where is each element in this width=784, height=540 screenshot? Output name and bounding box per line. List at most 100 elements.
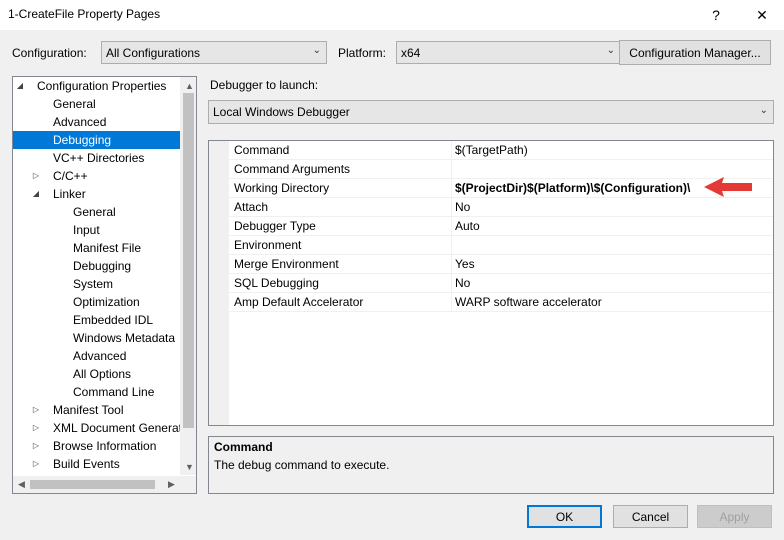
grid-property-value[interactable]: Yes xyxy=(455,257,475,271)
tree-collapsed-icon[interactable]: ▷ xyxy=(31,437,41,455)
grid-row[interactable]: Command Arguments xyxy=(229,160,773,179)
grid-column-separator xyxy=(451,198,452,217)
tree-item[interactable]: Debugging xyxy=(13,257,181,275)
tree-item[interactable]: ▷ C/C++ xyxy=(13,167,181,185)
platform-label: Platform: xyxy=(338,46,387,60)
grid-column-separator xyxy=(451,255,452,274)
grid-row[interactable]: Working Directory $(ProjectDir)$(Platform… xyxy=(229,179,773,198)
grid-row[interactable]: Environment xyxy=(229,236,773,255)
tree-item-label: C/C++ xyxy=(53,169,88,183)
grid-column-separator xyxy=(451,236,452,255)
tree-item-label: General xyxy=(53,97,96,111)
close-button[interactable]: ✕ xyxy=(744,0,780,30)
grid-property-name: Debugger Type xyxy=(234,219,316,233)
tree-item[interactable]: General xyxy=(13,203,181,221)
tree-collapsed-icon[interactable]: ▷ xyxy=(31,401,41,419)
configuration-value: All Configurations xyxy=(106,45,201,60)
configuration-label: Configuration: xyxy=(12,46,87,60)
tree-expanded-icon[interactable]: ◢ xyxy=(15,77,25,95)
tree-item-label: VC++ Directories xyxy=(53,151,145,165)
debugger-dropdown[interactable]: Local Windows Debugger ⌄ xyxy=(208,100,774,124)
tree-item-label: Windows Metadata xyxy=(73,331,176,345)
tree-collapsed-icon[interactable]: ▷ xyxy=(31,167,41,185)
tree-item[interactable]: Command Line xyxy=(13,383,181,401)
tree-item-label: All Options xyxy=(73,367,132,381)
help-button[interactable]: ? xyxy=(698,0,734,30)
tree-item[interactable]: VC++ Directories xyxy=(13,149,181,167)
grid-property-name: Environment xyxy=(234,238,302,252)
tree-item-label: General xyxy=(73,205,116,219)
tree-item[interactable]: ▷ Browse Information xyxy=(13,437,181,455)
tree-item[interactable]: ▷ Build Events xyxy=(13,455,181,473)
tree-vertical-scroll-thumb[interactable] xyxy=(183,93,194,428)
grid-property-name: Command xyxy=(234,143,290,157)
tree-item-label: System xyxy=(73,277,114,291)
grid-row[interactable]: SQL Debugging No xyxy=(229,274,773,293)
tree-item[interactable]: Windows Metadata xyxy=(13,329,181,347)
grid-row[interactable]: Command $(TargetPath) xyxy=(229,141,773,160)
tree-item[interactable]: Advanced xyxy=(13,347,181,365)
grid-property-value[interactable]: No xyxy=(455,276,470,290)
scroll-up-icon[interactable]: ▲ xyxy=(181,77,196,94)
chevron-down-icon: ⌄ xyxy=(606,45,615,56)
grid-column-separator xyxy=(451,179,452,198)
description-panel: Command The debug command to execute. xyxy=(208,436,774,494)
tree-item[interactable]: System xyxy=(13,275,181,293)
tree-item[interactable]: All Options xyxy=(13,365,181,383)
tree-item-label: Optimization xyxy=(73,295,140,309)
tree-expanded-icon[interactable]: ◢ xyxy=(31,185,41,203)
grid-property-name: Command Arguments xyxy=(234,162,351,176)
tree-item[interactable]: Embedded IDL xyxy=(13,311,181,329)
tree-item[interactable]: Manifest File xyxy=(13,239,181,257)
apply-button[interactable]: Apply xyxy=(697,505,772,528)
grid-property-name: Merge Environment xyxy=(234,257,339,271)
scroll-right-icon[interactable]: ▶ xyxy=(163,476,180,493)
grid-row[interactable]: Attach No xyxy=(229,198,773,217)
grid-property-value[interactable]: Auto xyxy=(455,219,480,233)
tree-item-label: Debugging xyxy=(73,259,132,273)
property-tree[interactable]: ◢ Configuration Properties General Advanced… xyxy=(12,76,197,494)
grid-column-separator xyxy=(451,293,452,312)
tree-item[interactable]: ◢ Linker xyxy=(13,185,181,203)
grid-property-value[interactable]: $(TargetPath) xyxy=(455,143,528,157)
tree-item[interactable]: Input xyxy=(13,221,181,239)
grid-property-value[interactable]: WARP software accelerator xyxy=(455,295,602,309)
tree-item-label: Debugging xyxy=(53,133,112,147)
description-title: Command xyxy=(214,440,273,454)
grid-row[interactable]: Amp Default Accelerator WARP software acc… xyxy=(229,293,773,312)
tree-item-label: Configuration Properties xyxy=(37,79,167,93)
tree-item[interactable]: ▷ Manifest Tool xyxy=(13,401,181,419)
tree-item[interactable]: Advanced xyxy=(13,113,181,131)
grid-property-name: Amp Default Accelerator xyxy=(234,295,364,309)
tree-item[interactable]: ◢ Configuration Properties xyxy=(13,77,181,95)
tree-item-label: Linker xyxy=(53,187,86,201)
scroll-down-icon[interactable]: ▼ xyxy=(181,458,196,475)
window-title: 1-CreateFile Property Pages xyxy=(8,7,161,21)
tree-item[interactable]: Debugging xyxy=(13,131,181,149)
tree-item-label: Input xyxy=(73,223,100,237)
grid-gutter xyxy=(209,141,229,425)
platform-dropdown[interactable]: x64 ⌄ xyxy=(396,41,621,64)
grid-property-name: Working Directory xyxy=(234,181,330,195)
annotation-arrow-icon xyxy=(704,177,752,197)
ok-button[interactable]: OK xyxy=(527,505,602,528)
platform-value: x64 xyxy=(401,45,421,60)
configuration-manager-button[interactable]: Configuration Manager... xyxy=(619,40,771,65)
tree-collapsed-icon[interactable]: ▷ xyxy=(31,455,41,473)
tree-collapsed-icon[interactable]: ▷ xyxy=(31,419,41,437)
grid-property-value[interactable]: No xyxy=(455,200,470,214)
scroll-left-icon[interactable]: ◀ xyxy=(13,476,30,493)
tree-horizontal-scroll-thumb[interactable] xyxy=(30,480,155,489)
grid-row[interactable]: Merge Environment Yes xyxy=(229,255,773,274)
configuration-dropdown[interactable]: All Configurations ⌄ xyxy=(101,41,327,64)
grid-column-separator xyxy=(451,160,452,179)
grid-property-value[interactable]: $(ProjectDir)$(Platform)\$(Configuration… xyxy=(455,181,690,195)
tree-item-label: XML Document Generator xyxy=(53,421,193,435)
tree-item[interactable]: Optimization xyxy=(13,293,181,311)
tree-item-label: Browse Information xyxy=(53,439,157,453)
tree-item[interactable]: ▷ XML Document Generator xyxy=(13,419,193,437)
grid-row[interactable]: Debugger Type Auto xyxy=(229,217,773,236)
cancel-button[interactable]: Cancel xyxy=(613,505,688,528)
debugger-value: Local Windows Debugger xyxy=(213,105,350,119)
tree-item[interactable]: General xyxy=(13,95,181,113)
